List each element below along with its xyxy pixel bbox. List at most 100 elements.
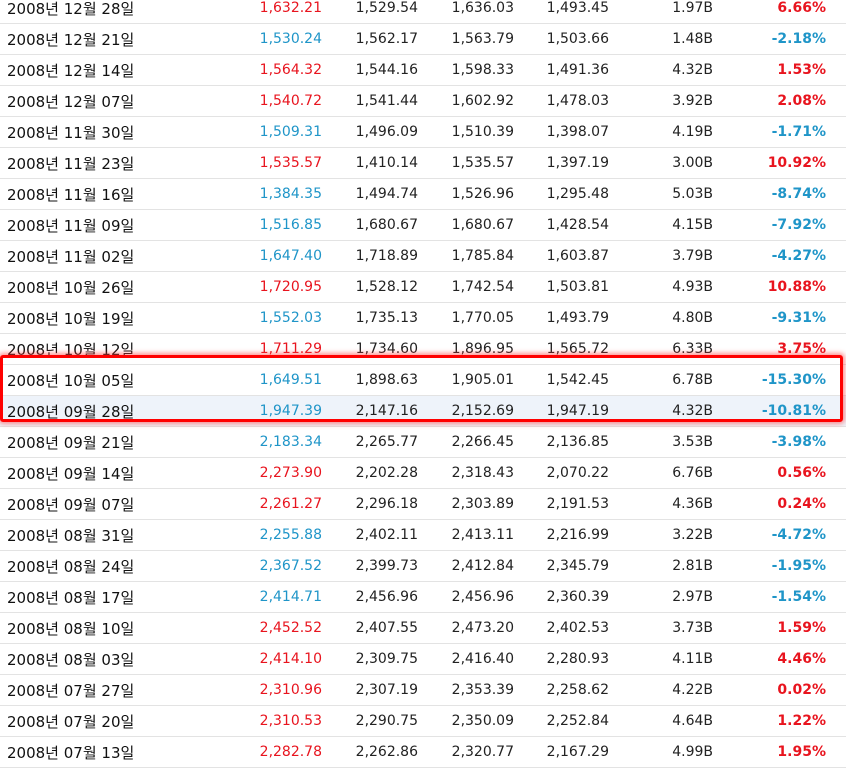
row-volume: 4.99B — [672, 744, 713, 760]
table-row[interactable]: 2008년 12월 14일 1,564.32 1,544.16 1,598.33 1,4… — [0, 55, 846, 86]
table-row[interactable]: 2008년 07월 27일 2,310.96 2,307.19 2,353.39 2,2… — [0, 675, 846, 706]
row-high: 2,303.89 — [451, 496, 514, 512]
row-open: 1,541.44 — [355, 93, 418, 109]
row-date: 2008년 11월 02일 — [7, 247, 135, 266]
table-row[interactable]: 2008년 09월 07일 2,261.27 2,296.18 2,303.89 2,1… — [0, 489, 846, 520]
row-close: 2,261.27 — [259, 496, 322, 512]
row-close: 1,632.21 — [259, 0, 322, 16]
table-row[interactable]: 2008년 08월 17일 2,414.71 2,456.96 2,456.96 2,3… — [0, 582, 846, 613]
row-open: 2,147.16 — [355, 403, 418, 419]
row-date: 2008년 09월 14일 — [7, 464, 135, 483]
row-high: 2,266.45 — [451, 434, 514, 450]
row-low: 1,603.87 — [546, 248, 609, 264]
row-high: 1,680.67 — [451, 217, 514, 233]
row-change: -8.74% — [771, 186, 826, 202]
row-date: 2008년 08월 31일 — [7, 526, 135, 545]
row-change: -10.81% — [761, 403, 826, 419]
row-low: 1,428.54 — [546, 217, 609, 233]
price-history-table: 2008년 12월 28일 1,632.21 1,529.54 1,636.03 1,4… — [0, 0, 846, 768]
row-volume: 1.48B — [672, 31, 713, 47]
row-volume: 4.80B — [672, 310, 713, 326]
row-open: 2,202.28 — [355, 465, 418, 481]
row-volume: 3.92B — [672, 93, 713, 109]
row-date: 2008년 08월 10일 — [7, 619, 135, 638]
table-row[interactable]: 2008년 08월 24일 2,367.52 2,399.73 2,412.84 2,3… — [0, 551, 846, 582]
row-change: 0.24% — [777, 496, 826, 512]
row-low: 2,216.99 — [546, 527, 609, 543]
row-change: -1.54% — [771, 589, 826, 605]
row-volume: 3.00B — [672, 155, 713, 171]
table-row[interactable]: 2008년 09월 21일 2,183.34 2,265.77 2,266.45 2,1… — [0, 427, 846, 458]
table-row[interactable]: 2008년 12월 28일 1,632.21 1,529.54 1,636.03 1,4… — [0, 0, 846, 24]
row-open: 1,496.09 — [355, 124, 418, 140]
row-date: 2008년 11월 23일 — [7, 154, 135, 173]
row-open: 1,718.89 — [355, 248, 418, 264]
row-volume: 3.73B — [672, 620, 713, 636]
table-row[interactable]: 2008년 09월 28일 1,947.39 2,147.16 2,152.69 1,9… — [0, 396, 846, 427]
row-low: 1,491.36 — [546, 62, 609, 78]
row-high: 1,535.57 — [451, 155, 514, 171]
row-volume: 4.19B — [672, 124, 713, 140]
row-high: 1,602.92 — [451, 93, 514, 109]
row-high: 2,353.39 — [451, 682, 514, 698]
table-row[interactable]: 2008년 10월 05일 1,649.51 1,898.63 1,905.01 1,5… — [0, 365, 846, 396]
row-close: 2,255.88 — [259, 527, 322, 543]
row-volume: 4.22B — [672, 682, 713, 698]
table-row[interactable]: 2008년 08월 10일 2,452.52 2,407.55 2,473.20 2,4… — [0, 613, 846, 644]
row-open: 1,735.13 — [355, 310, 418, 326]
row-volume: 1.97B — [672, 0, 713, 16]
table-row[interactable]: 2008년 08월 31일 2,255.88 2,402.11 2,413.11 2,2… — [0, 520, 846, 551]
table-row[interactable]: 2008년 12월 07일 1,540.72 1,541.44 1,602.92 1,4… — [0, 86, 846, 117]
row-low: 1,493.79 — [546, 310, 609, 326]
table-row[interactable]: 2008년 08월 03일 2,414.10 2,309.75 2,416.40 2,2… — [0, 644, 846, 675]
row-low: 1,565.72 — [546, 341, 609, 357]
table-row[interactable]: 2008년 11월 23일 1,535.57 1,410.14 1,535.57 1,3… — [0, 148, 846, 179]
table-row[interactable]: 2008년 11월 02일 1,647.40 1,718.89 1,785.84 1,6… — [0, 241, 846, 272]
row-date: 2008년 07월 13일 — [7, 743, 135, 762]
row-close: 2,310.53 — [259, 713, 322, 729]
row-change: 6.66% — [777, 0, 826, 16]
row-change: 0.02% — [777, 682, 826, 698]
table-row[interactable]: 2008년 07월 20일 2,310.53 2,290.75 2,350.09 2,2… — [0, 706, 846, 737]
row-low: 2,136.85 — [546, 434, 609, 450]
row-high: 1,598.33 — [451, 62, 514, 78]
row-high: 2,456.96 — [451, 589, 514, 605]
row-open: 2,262.86 — [355, 744, 418, 760]
row-low: 2,345.79 — [546, 558, 609, 574]
table-row[interactable]: 2008년 07월 13일 2,282.78 2,262.86 2,320.77 2,1… — [0, 737, 846, 768]
row-change: 1.22% — [777, 713, 826, 729]
table-row[interactable]: 2008년 10월 12일 1,711.29 1,734.60 1,896.95 1,5… — [0, 334, 846, 365]
table-row[interactable]: 2008년 10월 26일 1,720.95 1,528.12 1,742.54 1,5… — [0, 272, 846, 303]
row-change: -4.27% — [771, 248, 826, 264]
row-date: 2008년 07월 20일 — [7, 712, 135, 731]
row-high: 1,526.96 — [451, 186, 514, 202]
row-close: 2,414.71 — [259, 589, 322, 605]
row-low: 1,503.81 — [546, 279, 609, 295]
table-row[interactable]: 2008년 10월 19일 1,552.03 1,735.13 1,770.05 1,4… — [0, 303, 846, 334]
row-low: 2,258.62 — [546, 682, 609, 698]
row-open: 2,402.11 — [355, 527, 418, 543]
row-low: 1,947.19 — [546, 403, 609, 419]
table-row[interactable]: 2008년 11월 30일 1,509.31 1,496.09 1,510.39 1,3… — [0, 117, 846, 148]
row-high: 1,510.39 — [451, 124, 514, 140]
row-low: 2,070.22 — [546, 465, 609, 481]
row-low: 2,360.39 — [546, 589, 609, 605]
row-change: 1.59% — [777, 620, 826, 636]
row-volume: 4.32B — [672, 62, 713, 78]
row-date: 2008년 10월 26일 — [7, 278, 135, 297]
row-close: 1,540.72 — [259, 93, 322, 109]
row-high: 1,636.03 — [451, 0, 514, 16]
row-volume: 5.03B — [672, 186, 713, 202]
table-row[interactable]: 2008년 11월 16일 1,384.35 1,494.74 1,526.96 1,2… — [0, 179, 846, 210]
table-row[interactable]: 2008년 11월 09일 1,516.85 1,680.67 1,680.67 1,4… — [0, 210, 846, 241]
row-high: 1,785.84 — [451, 248, 514, 264]
row-close: 2,414.10 — [259, 651, 322, 667]
table-row[interactable]: 2008년 12월 21일 1,530.24 1,562.17 1,563.79 1,5… — [0, 24, 846, 55]
table-row[interactable]: 2008년 09월 14일 2,273.90 2,202.28 2,318.43 2,0… — [0, 458, 846, 489]
row-high: 1,905.01 — [451, 372, 514, 388]
row-low: 1,542.45 — [546, 372, 609, 388]
row-change: 1.95% — [777, 744, 826, 760]
row-low: 2,402.53 — [546, 620, 609, 636]
row-close: 1,552.03 — [259, 310, 322, 326]
row-date: 2008년 12월 14일 — [7, 61, 135, 80]
